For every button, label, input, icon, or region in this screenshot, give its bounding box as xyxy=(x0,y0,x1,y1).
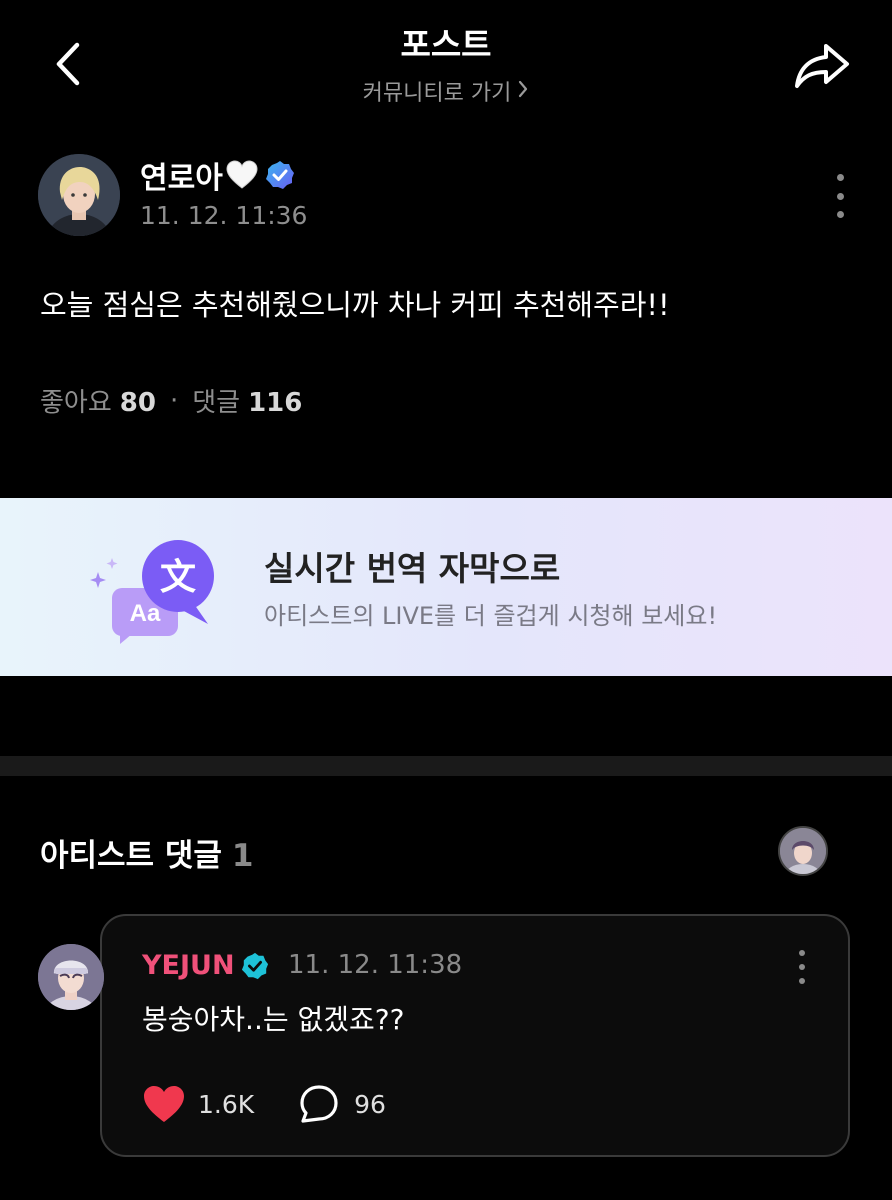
translation-icon: Aa 文 xyxy=(90,534,220,644)
stats-separator: · xyxy=(169,385,179,416)
share-button[interactable] xyxy=(790,34,854,98)
more-dot xyxy=(799,964,805,970)
page-title: 포스트 xyxy=(400,25,492,64)
reply-count: 96 xyxy=(354,1089,386,1119)
white-heart-icon xyxy=(225,160,259,190)
post-body: 오늘 점심은 추천해줬으니까 차나 커피 추천해주라!! xyxy=(40,288,670,322)
comments-count: 116 xyxy=(248,388,303,418)
like-button[interactable]: 1.6K xyxy=(142,1084,254,1124)
artist-avatar-small[interactable] xyxy=(778,826,828,876)
comment-text: 봉숭아차..는 없겠죠?? xyxy=(142,1003,405,1036)
banner-subtitle: 아티스트의 LIVE를 더 즐겁게 시청해 보세요! xyxy=(264,602,718,630)
more-dot xyxy=(836,192,844,200)
more-dot xyxy=(836,174,844,181)
comment-author-name: YEJUN xyxy=(142,950,235,981)
likes-link[interactable]: 좋아요 80 xyxy=(40,382,156,419)
artist-comments-title: 아티스트 댓글 1 xyxy=(40,830,254,875)
artist-comments-label: 아티스트 댓글 xyxy=(40,838,222,874)
likes-label: 좋아요 xyxy=(40,388,112,418)
author-avatar[interactable] xyxy=(38,154,120,236)
more-dot xyxy=(799,978,805,984)
speech-bubble-icon xyxy=(300,1085,338,1123)
comment-more-button[interactable] xyxy=(792,950,812,984)
reply-button[interactable]: 96 xyxy=(298,1084,386,1124)
author-name[interactable]: 연로아 xyxy=(140,153,295,197)
verified-badge-icon xyxy=(241,952,269,980)
likes-count: 80 xyxy=(119,388,156,418)
comments-link[interactable]: 댓글 116 xyxy=(192,382,302,419)
post-more-button[interactable] xyxy=(830,174,850,218)
like-count: 1.6K xyxy=(198,1089,255,1119)
artist-comments-count: 1 xyxy=(231,838,254,874)
verified-badge-icon xyxy=(265,160,295,190)
chevron-right-icon xyxy=(517,79,529,105)
post-stats: 좋아요 80 · 댓글 116 xyxy=(40,382,302,419)
live-translation-banner[interactable]: Aa 文 실시간 번역 자막으로 아티스트의 LIVE를 더 즐겁게 시청해 보… xyxy=(0,498,892,676)
artist-comment-card: YEJUN 11. 12. 11:38 봉숭아차..는 없겠죠?? 1.6K 9… xyxy=(100,914,850,1157)
comment-author-avatar[interactable] xyxy=(38,944,104,1010)
banner-icon-wen: 文 xyxy=(160,557,196,598)
share-arrow-icon xyxy=(795,44,849,88)
go-to-community-link[interactable]: 커뮤니티로 가기 xyxy=(0,75,892,107)
heart-icon xyxy=(144,1086,184,1122)
comment-actions: 1.6K 96 xyxy=(142,1084,386,1124)
go-to-community-label: 커뮤니티로 가기 xyxy=(362,81,512,106)
banner-title: 실시간 번역 자막으로 xyxy=(264,549,561,588)
comment-timestamp: 11. 12. 11:38 xyxy=(288,950,463,980)
top-bar: 포스트 커뮤니티로 가기 xyxy=(0,0,892,120)
more-dot xyxy=(836,211,844,218)
comment-author[interactable]: YEJUN xyxy=(142,950,269,981)
more-dot xyxy=(799,950,805,956)
comments-label: 댓글 xyxy=(192,388,241,418)
section-divider xyxy=(0,756,892,776)
author-name-text: 연로아 xyxy=(140,161,223,196)
post-timestamp: 11. 12. 11:36 xyxy=(140,201,308,230)
